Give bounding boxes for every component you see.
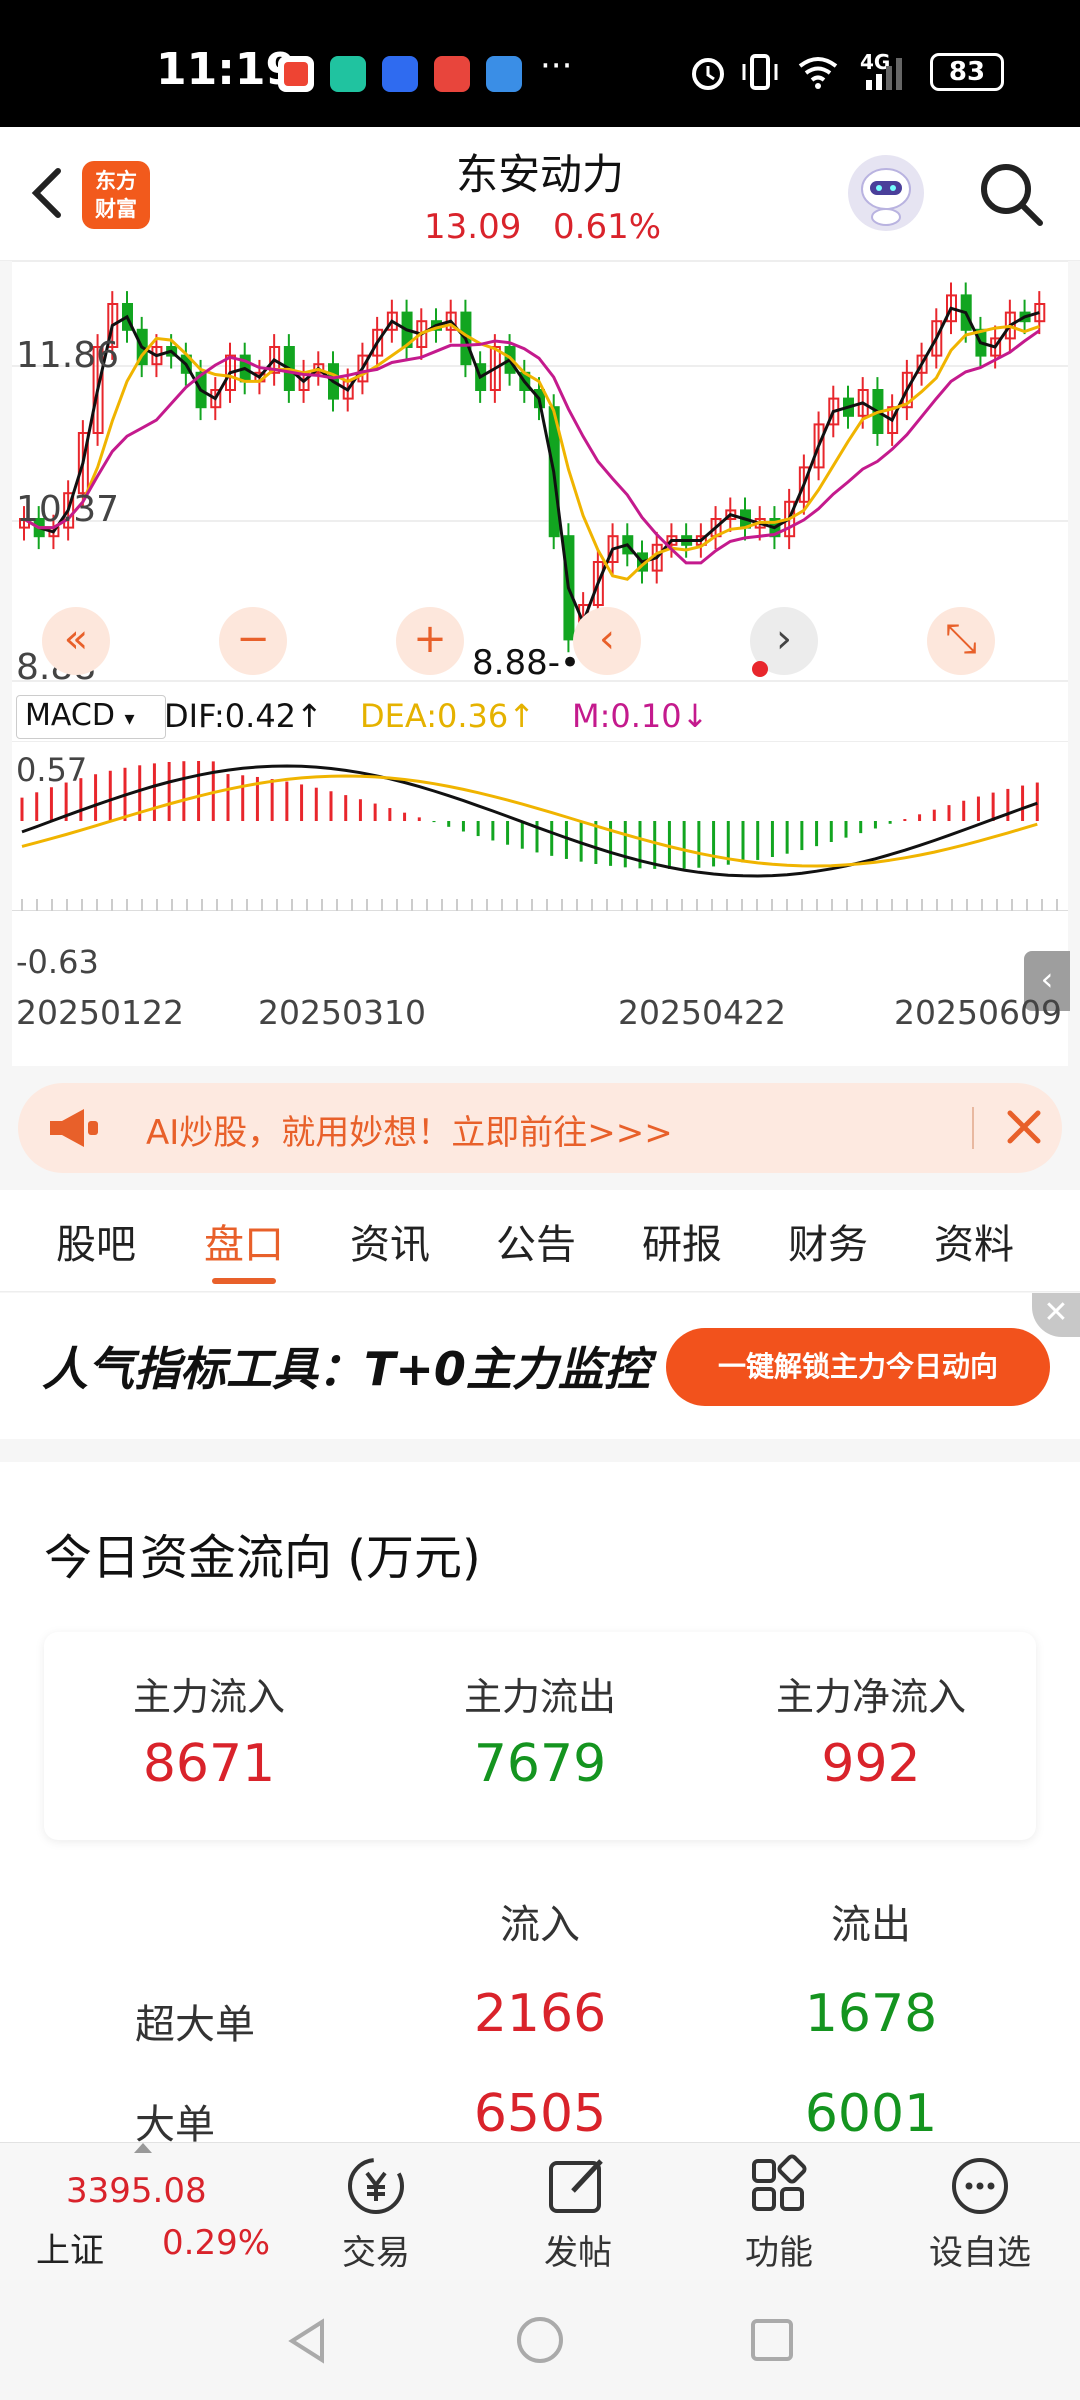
alarm-icon — [692, 58, 724, 90]
fullscreen-button[interactable]: ⤡ — [927, 607, 995, 675]
main-flow-summary-card: 主力流入 8671 主力流出 7679 主力净流入 992 — [44, 1632, 1036, 1840]
row-label: 超大单 — [135, 2002, 255, 2048]
vibrate-icon — [742, 54, 778, 90]
main-net-inflow-label: 主力净流入 — [775, 1675, 966, 1719]
clock: 11:19 — [156, 44, 297, 95]
col-header-out: 流出 — [831, 1902, 911, 1948]
back-triangle-icon[interactable] — [282, 2316, 332, 2366]
cell-out: 1678 — [804, 1984, 938, 2044]
main-net-inflow-value: 992 — [821, 1734, 921, 1794]
macd-y-max: 0.57 — [16, 751, 88, 789]
ai-assistant-avatar[interactable] — [848, 155, 924, 231]
index-change[interactable]: 0.29% — [162, 2223, 270, 2263]
wifi-icon — [798, 57, 838, 89]
nav-add-watchlist[interactable]: 设自选 — [910, 2153, 1050, 2274]
more-circle-icon — [952, 2158, 1008, 2214]
candlestick-chart[interactable] — [12, 261, 1068, 691]
macd-dea: DEA:0.36↑ — [360, 697, 536, 735]
ad-text[interactable]: AI炒股，就用妙想！立即前往>>> — [146, 1105, 673, 1154]
app-notification-icon — [486, 56, 522, 92]
detail-tabs: 股吧 盘口 资讯 公告 研报 财务 资料 — [0, 1190, 1080, 1292]
promo-banner[interactable]: 人气指标工具：T+0主力监控 一键解锁主力今日动向 ✕ — [0, 1293, 1080, 1439]
tab-finance[interactable]: 财务 — [788, 1212, 868, 1270]
moving-average-line — [23, 306, 1040, 627]
prev-candle-button[interactable]: ‹ — [573, 607, 641, 675]
fund-flow-section: 今日资金流向 (万元) 主力流入 8671 主力流出 7679 主力净流入 99… — [0, 1462, 1080, 2148]
macd-dif: DIF:0.42↑ — [164, 697, 323, 735]
main-outflow-label: 主力流出 — [463, 1675, 616, 1719]
tab-news[interactable]: 资讯 — [350, 1212, 430, 1270]
tab-pankou[interactable]: 盘口 — [204, 1212, 284, 1270]
system-nav-bar — [0, 2280, 1080, 2400]
y-label-mid: 10.37 — [16, 489, 120, 530]
macd-m: M:0.10↓ — [572, 697, 709, 735]
index-name[interactable]: 上证 — [36, 2223, 104, 2272]
home-circle-icon[interactable] — [514, 2314, 566, 2366]
app-notification-icon — [278, 56, 314, 92]
status-bar: 11:19 ··· 4G 83 — [0, 0, 1080, 127]
close-icon[interactable] — [994, 1097, 1054, 1157]
nav-label: 功能 — [745, 2233, 813, 2273]
tab-research[interactable]: 研报 — [642, 1212, 722, 1270]
macd-header: MACD ▾ DIF:0.42↑ DEA:0.36↑ M:0.10↓ — [12, 691, 1068, 741]
stock-header: 东方 财富 东安动力 13.09 0.61% — [0, 127, 1080, 261]
nav-label: 设自选 — [929, 2233, 1031, 2273]
nav-trade[interactable]: 交易 — [306, 2153, 446, 2274]
divider — [972, 1107, 974, 1149]
main-inflow-label: 主力流入 — [132, 1675, 285, 1719]
dea-line — [21, 774, 1038, 868]
main-inflow-value: 8671 — [142, 1734, 276, 1794]
cell-in: 6505 — [473, 2084, 607, 2144]
main-outflow-value: 7679 — [473, 1734, 607, 1794]
edit-icon — [549, 2159, 603, 2213]
tab-announcements[interactable]: 公告 — [496, 1212, 576, 1270]
app-notification-icon — [382, 56, 418, 92]
recents-square-icon[interactable] — [748, 2316, 796, 2364]
nav-post[interactable]: 发帖 — [508, 2153, 648, 2274]
stock-change: 0.61% — [553, 207, 662, 247]
macd-y-min: -0.63 — [16, 943, 99, 981]
nav-functions[interactable]: 功能 — [709, 2153, 849, 2274]
megaphone-icon — [50, 1109, 98, 1147]
app-notification-icon — [434, 56, 470, 92]
date-label: 20250310 — [258, 993, 426, 1032]
macd-chart[interactable] — [12, 741, 1068, 911]
index-value[interactable]: 3395.08 — [66, 2171, 207, 2211]
robot-icon — [861, 168, 911, 226]
tab-guba[interactable]: 股吧 — [56, 1212, 136, 1270]
bottom-nav: 3395.08 上证 0.29% 交易 发帖 功能 设自选 — [0, 2142, 1080, 2280]
col-header-in: 流入 — [500, 1902, 580, 1948]
nav-label: 发帖 — [544, 2233, 612, 2273]
yuan-exchange-icon — [348, 2158, 404, 2214]
signal-icon — [866, 58, 902, 90]
search-icon[interactable] — [976, 159, 1046, 229]
expand-caret-icon[interactable] — [134, 2143, 152, 2153]
section-title: 今日资金流向 (万元) — [44, 1530, 481, 1586]
latest-dot — [752, 661, 768, 677]
date-label: 20250122 — [16, 993, 184, 1032]
y-label-high: 11.86 — [16, 335, 120, 376]
kline-chart-panel[interactable]: 11.86 10.37 8.88 8.88-• « − + ‹ › ⤡ MACD… — [12, 261, 1070, 1066]
indicator-select[interactable]: MACD ▾ — [16, 695, 166, 739]
scroll-left-button[interactable]: « — [42, 607, 110, 675]
date-label: 20250609 — [894, 993, 1062, 1032]
stock-price: 13.09 — [424, 207, 522, 247]
close-icon[interactable]: ✕ — [1032, 1293, 1080, 1337]
low-price-marker: 8.88-• — [472, 643, 581, 683]
unlock-button[interactable]: 一键解锁主力今日动向 — [666, 1328, 1050, 1406]
ai-ad-banner[interactable]: AI炒股，就用妙想！立即前往>>> — [18, 1083, 1062, 1173]
nav-label: 交易 — [342, 2233, 410, 2273]
more-notifications-icon: ··· — [540, 46, 573, 86]
promo-text: 人气指标工具：T+0主力监控 — [42, 1342, 650, 1396]
grid-icon — [752, 2154, 807, 2211]
tab-profile[interactable]: 资料 — [934, 1212, 1014, 1270]
shield-notification-icon — [330, 56, 366, 92]
battery-icon: 83 — [930, 53, 1004, 91]
zoom-out-button[interactable]: − — [219, 607, 287, 675]
cell-in: 2166 — [473, 1984, 607, 2044]
zoom-in-button[interactable]: + — [396, 607, 464, 675]
cell-out: 6001 — [804, 2084, 938, 2144]
date-label: 20250422 — [618, 993, 786, 1032]
active-tab-indicator — [212, 1278, 276, 1284]
